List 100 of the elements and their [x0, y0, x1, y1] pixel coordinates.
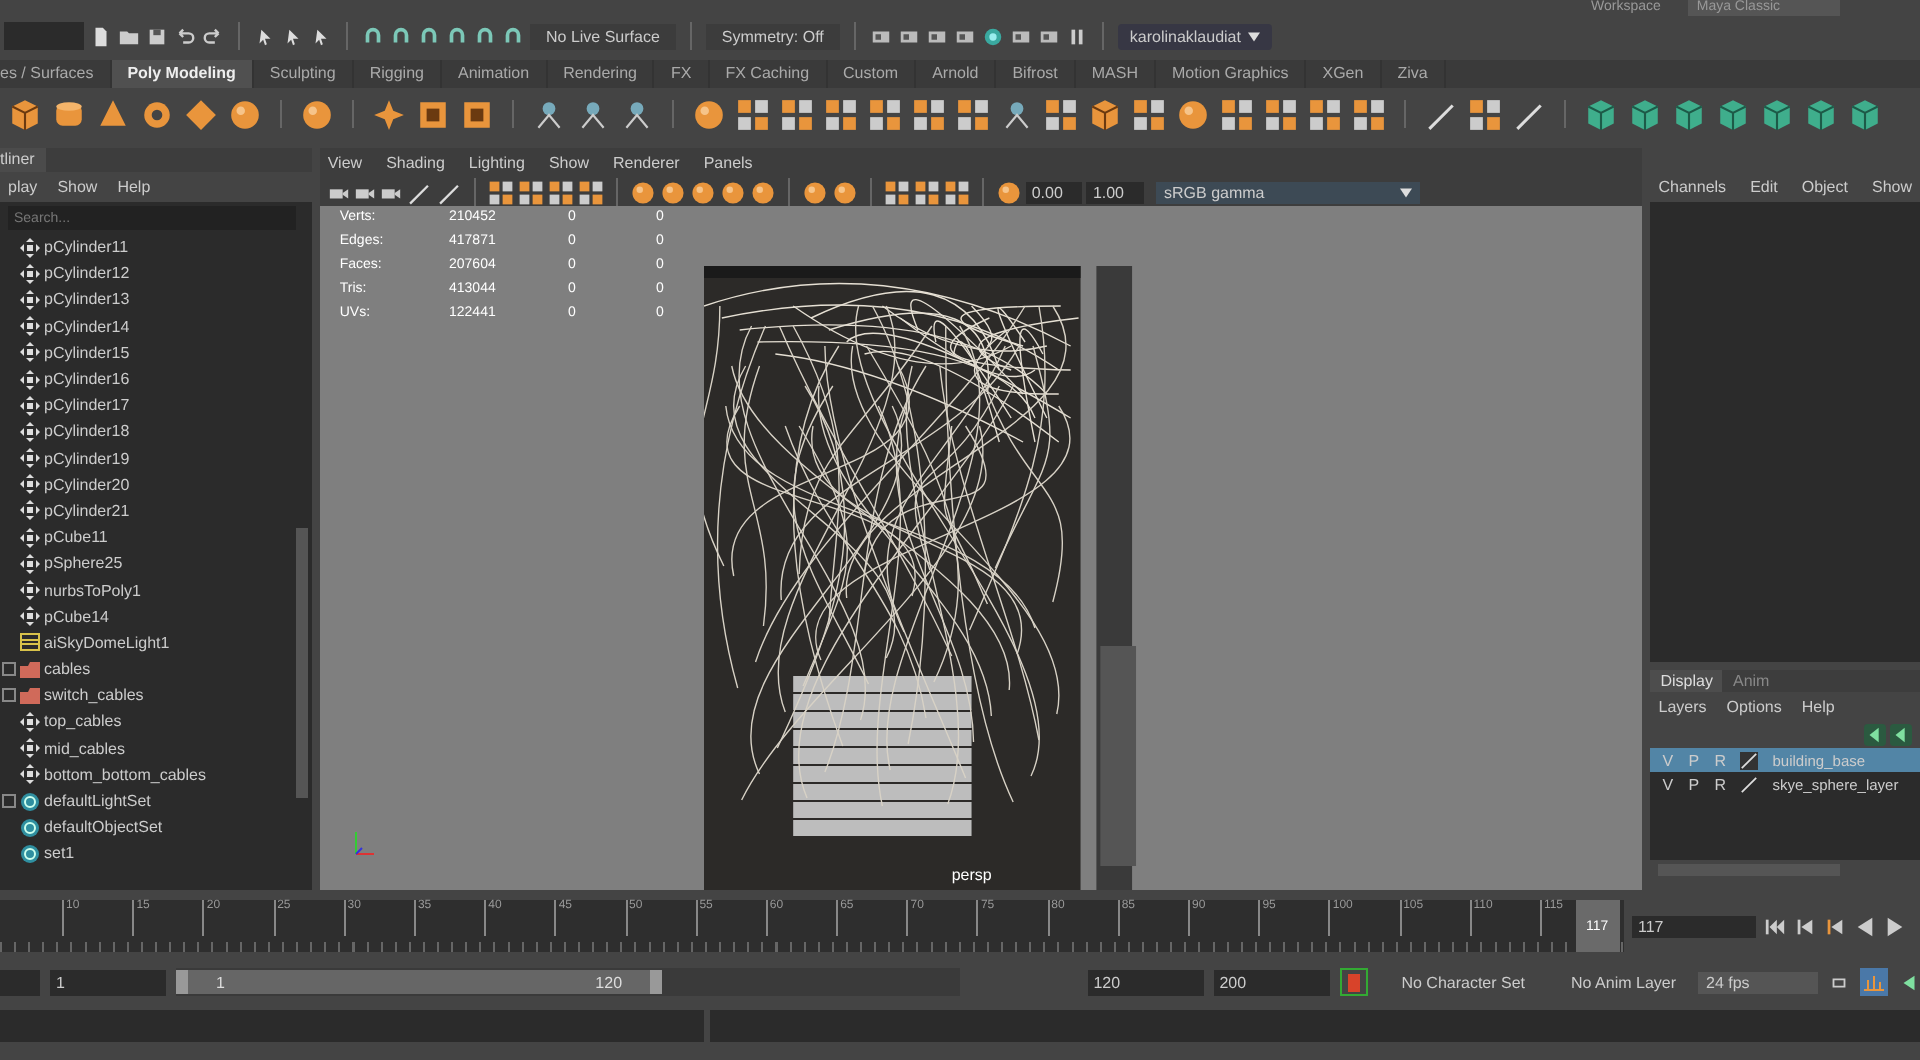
grid-icon[interactable] [1132, 97, 1166, 131]
new-file-icon[interactable] [90, 25, 112, 47]
menu-item[interactable]: Show [548, 154, 589, 172]
sphere-icon[interactable] [689, 179, 716, 205]
live-surface-field[interactable]: No Live Surface [530, 23, 676, 49]
menu-item[interactable]: Edit [1750, 178, 1778, 196]
play-icon[interactable] [1884, 915, 1906, 937]
cube-icon[interactable] [1628, 97, 1662, 131]
outliner-item[interactable]: pCube11 [44, 528, 108, 547]
grid-icon[interactable] [1468, 97, 1502, 131]
sphere-icon[interactable] [831, 179, 858, 205]
outliner-item[interactable]: nurbsToPoly1 [44, 581, 141, 600]
outliner-item[interactable]: mid_cables [44, 739, 125, 758]
outliner-item[interactable]: defaultLightSet [44, 792, 151, 811]
anim-layer-dropdown[interactable]: No Anim Layer [1547, 973, 1688, 991]
globe-icon[interactable] [981, 25, 1004, 47]
sphere-icon[interactable] [749, 179, 776, 205]
outliner-item[interactable]: pSphere25 [44, 554, 123, 573]
menu-item[interactable]: Show [57, 178, 98, 196]
cube-icon[interactable] [1848, 97, 1882, 131]
torus-icon[interactable] [140, 97, 174, 131]
grid-icon[interactable] [1264, 97, 1298, 131]
grid-icon[interactable] [912, 97, 946, 131]
sphere-icon[interactable] [659, 179, 686, 205]
grid-icon[interactable] [913, 179, 940, 205]
redo-icon[interactable] [202, 25, 224, 47]
node-icon[interactable] [1000, 97, 1034, 131]
cone-icon[interactable] [96, 97, 130, 131]
outliner-item[interactable]: aiSkyDomeLight1 [44, 633, 170, 652]
visibility-toggle[interactable]: V [1662, 775, 1675, 793]
go-to-start-icon[interactable] [1764, 915, 1786, 937]
grid-icon[interactable] [868, 97, 902, 131]
outliner-tab[interactable]: tliner [0, 148, 47, 172]
grid-icon[interactable] [824, 97, 858, 131]
menu-item[interactable]: Lighting [468, 154, 525, 172]
range-slider-bar[interactable]: 1 120 [176, 970, 663, 994]
outliner-item[interactable]: pCylinder21 [44, 501, 130, 520]
square-icon[interactable] [460, 97, 494, 131]
outliner-item[interactable]: pCylinder13 [44, 290, 130, 309]
auto-key-icon[interactable] [1339, 968, 1368, 996]
grid-icon[interactable] [1352, 97, 1386, 131]
gamma-field[interactable]: 1.00 [1086, 181, 1145, 203]
menu-item[interactable]: View [327, 154, 363, 172]
scrollbar[interactable] [295, 528, 308, 798]
layer-editor-tab[interactable]: Display [1650, 670, 1723, 692]
outliner-item[interactable]: pCube14 [44, 607, 109, 626]
sphere-icon[interactable] [1176, 97, 1210, 131]
cube-icon[interactable] [1584, 97, 1618, 131]
outliner-item[interactable]: pCylinder12 [44, 264, 130, 283]
current-frame-field[interactable]: 117 [1632, 915, 1756, 937]
select-tool-icon[interactable] [254, 25, 276, 47]
grid-icon[interactable] [547, 179, 574, 205]
animation-end-field[interactable]: 200 [1213, 969, 1330, 995]
playback-end-field[interactable]: 120 [1087, 969, 1204, 995]
select-tool-icon[interactable] [310, 25, 332, 47]
magnet-icon[interactable] [446, 25, 468, 47]
menu-item[interactable]: Renderer [612, 154, 680, 172]
square-icon[interactable] [416, 97, 450, 131]
menu-item[interactable]: play [8, 178, 38, 196]
sphere-icon[interactable] [719, 179, 746, 205]
grid-icon[interactable] [943, 179, 970, 205]
start-time-field[interactable] [0, 969, 40, 995]
command-result-field[interactable] [710, 1010, 1920, 1042]
command-line-field[interactable] [0, 1010, 704, 1042]
step-back-key-icon[interactable] [1824, 915, 1846, 937]
layer-color-icon[interactable] [1740, 751, 1759, 769]
menu-item[interactable]: Layers [1658, 698, 1707, 716]
grid-icon[interactable] [577, 179, 604, 205]
grid-icon[interactable] [956, 97, 990, 131]
reference-toggle[interactable]: R [1714, 775, 1727, 793]
node-icon[interactable] [620, 97, 654, 131]
outliner-item[interactable]: set1 [44, 844, 75, 863]
fps-dropdown[interactable]: 24 fps [1698, 971, 1818, 993]
outliner-item[interactable]: pCylinder19 [44, 449, 130, 468]
sphere-icon[interactable] [995, 179, 1022, 205]
user-account-button[interactable]: karolinaklaudiat [1117, 23, 1273, 49]
menu-item[interactable]: Object [1801, 178, 1848, 196]
expand-icon[interactable] [2, 662, 16, 677]
step-back-icon[interactable] [1854, 915, 1876, 937]
start-time-field[interactable]: 1 [50, 969, 166, 995]
outliner-item[interactable]: pCylinder15 [44, 343, 130, 362]
grid-icon[interactable] [736, 97, 770, 131]
grid-icon[interactable] [487, 179, 514, 205]
sphere-icon[interactable] [629, 179, 656, 205]
cube-icon[interactable] [1804, 97, 1838, 131]
layer-color-icon[interactable] [1740, 775, 1759, 793]
magnet-icon[interactable] [474, 25, 496, 47]
star-icon[interactable] [372, 97, 406, 131]
symmetry-dropdown[interactable]: Symmetry: Off [705, 23, 840, 49]
menu-item[interactable]: Options [1726, 698, 1782, 716]
shelf-tab[interactable]: Poly Modeling [111, 60, 254, 88]
range-slider-track[interactable]: 1 120 [176, 968, 960, 996]
menu-item[interactable]: Help [1801, 698, 1835, 716]
outliner-item[interactable]: pCylinder17 [44, 396, 130, 415]
arrow-icon[interactable] [1898, 971, 1920, 993]
undo-icon[interactable] [174, 25, 196, 47]
outliner-item[interactable]: pCylinder18 [44, 422, 130, 441]
magnet-icon[interactable] [362, 25, 384, 47]
magnet-icon[interactable] [502, 25, 524, 47]
cube-icon[interactable] [1088, 97, 1122, 131]
